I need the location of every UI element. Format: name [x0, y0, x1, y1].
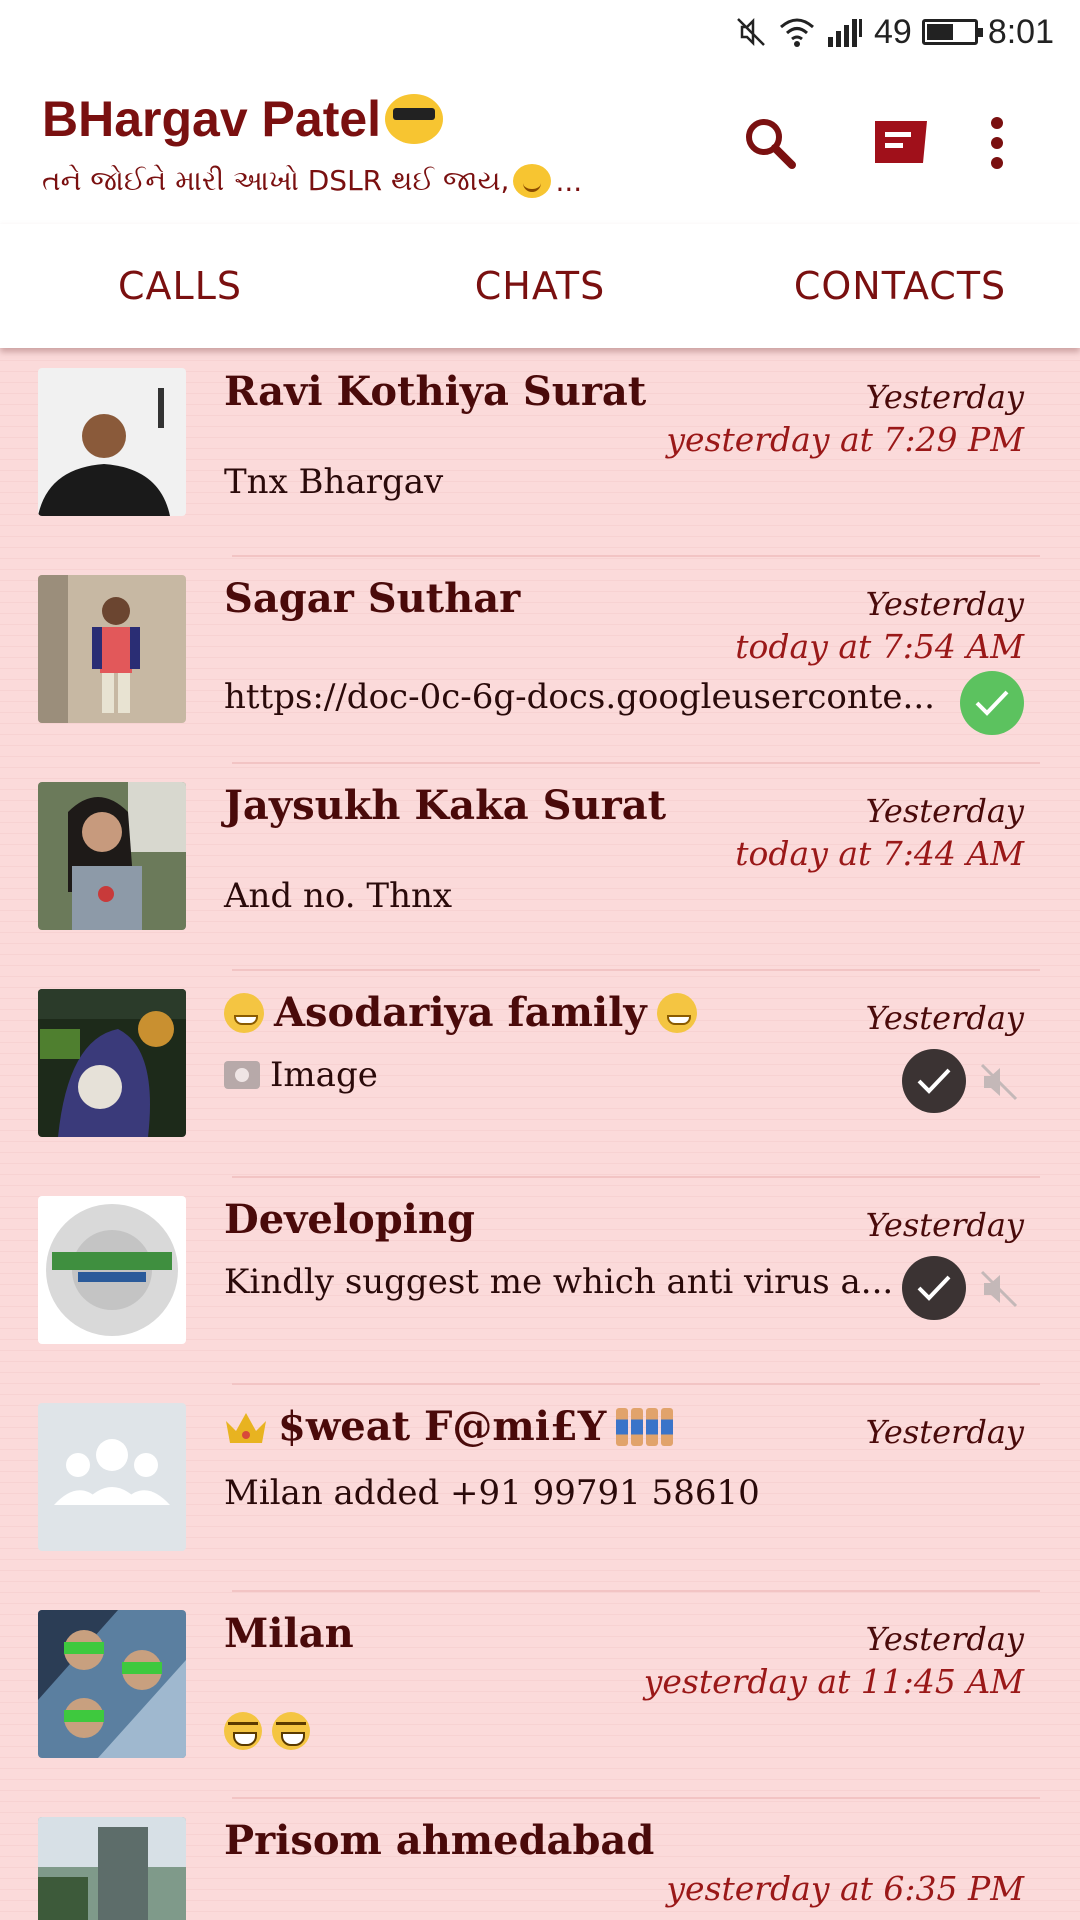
chat-date: Yesterday [865, 999, 1024, 1037]
delivered-check-icon [902, 1256, 966, 1320]
chat-name: Asodariya family [224, 989, 697, 1036]
clock: 8:01 [987, 12, 1054, 51]
chat-message-text: And no. Thnx [224, 876, 453, 916]
chat-name-text: Jaysukh Kaka Surat [224, 782, 667, 829]
chat-row[interactable]: Developing Yesterday Kindly suggest me w… [0, 1178, 1080, 1385]
chat-name: Ravi Kothiya Surat [224, 368, 646, 415]
avatar[interactable] [38, 1403, 186, 1551]
chat-name: $weat F@mi£Y [224, 1403, 674, 1450]
chat-message-preview: Tnx Bhargav [224, 462, 443, 502]
profile-status-text: તને જોઈને મારી આખો DSLR થઈ જાય, [42, 164, 510, 197]
avatar[interactable] [38, 989, 186, 1137]
avatar[interactable] [38, 782, 186, 930]
chat-date: Yesterday [865, 585, 1024, 623]
avatar[interactable] [38, 575, 186, 723]
chat-date: Yesterday [865, 1413, 1024, 1451]
chat-message-preview [224, 1712, 310, 1750]
wifi-icon [778, 16, 816, 48]
chat-row[interactable]: Asodariya family Yesterday Image [0, 971, 1080, 1178]
chat-list: Ravi Kothiya Surat Yesterday yesterday a… [0, 350, 1080, 1920]
chat-name-text: Ravi Kothiya Surat [224, 368, 647, 415]
chat-message-text: Milan added +91 99791 58610 [224, 1473, 760, 1513]
muted-icon [974, 1264, 1024, 1314]
chat-date: Yesterday [865, 1620, 1024, 1658]
smile-emoji-icon [513, 164, 552, 198]
avatar[interactable] [38, 1817, 186, 1920]
avatar[interactable] [38, 1610, 186, 1758]
delivered-check-icon [902, 1049, 966, 1113]
chat-message-text: Tnx Bhargav [224, 462, 444, 502]
chat-name-text: Asodariya family [274, 989, 647, 1036]
chat-message-preview: Image [224, 1055, 378, 1095]
chat-row[interactable]: Ravi Kothiya Surat Yesterday yesterday a… [0, 350, 1080, 557]
more-vert-icon[interactable] [962, 108, 1032, 178]
chat-last-seen: yesterday at 7:29 PM [666, 420, 1024, 459]
chat-last-seen: yesterday at 11:45 AM [643, 1662, 1024, 1701]
laughing-emoji-icon [224, 1712, 262, 1750]
chat-row[interactable]: $weat F@mi£Y Yesterday Milan added +91 9… [0, 1385, 1080, 1592]
chat-last-seen: today at 7:54 AM [735, 627, 1024, 666]
chat-message-text: Kindly suggest me which anti virus a... [224, 1262, 894, 1302]
chat-name-text: $weat F@mi£Y [278, 1403, 607, 1450]
chat-name-text: Prisom ahmedabad [224, 1817, 655, 1864]
chat-message-preview: Milan added +91 99791 58610 [224, 1473, 760, 1513]
chat-row[interactable]: Jaysukh Kaka Surat Yesterday today at 7:… [0, 764, 1080, 971]
chat-last-seen: yesterday at 6:35 PM [666, 1869, 1024, 1908]
mute-icon [734, 15, 768, 49]
battery-level: 49 [873, 12, 912, 51]
family-emoji-icon [616, 1407, 674, 1446]
tab-chats[interactable]: CHATS [360, 224, 720, 348]
tab-calls[interactable]: CALLS [0, 224, 360, 348]
chat-message-preview: Kindly suggest me which anti virus a... [224, 1262, 893, 1302]
laughing-emoji-icon [272, 1712, 310, 1750]
tab-contacts[interactable]: CONTACTS [720, 224, 1080, 348]
chat-row[interactable]: Milan Yesterday yesterday at 11:45 AM [0, 1592, 1080, 1799]
app-header: BHargav Patel તને જોઈને મારી આખો DSLR થઈ… [0, 64, 1080, 224]
grin-emoji-icon [224, 992, 264, 1033]
chat-last-seen: today at 7:44 AM [735, 834, 1024, 873]
chat-message-text: Image [270, 1055, 378, 1095]
chat-message-text: https://doc-0c-6g-docs.googleuserconte..… [224, 677, 935, 717]
camera-icon [224, 1061, 260, 1089]
status-bar: 49 8:01 [0, 0, 1080, 64]
signal-icon [826, 17, 864, 47]
chat-name-text: Sagar Suthar [224, 575, 521, 622]
chat-message-preview: And no. Thnx [224, 876, 452, 916]
chat-name-text: Developing [224, 1196, 475, 1243]
muted-icon [974, 1057, 1024, 1107]
chat-date: Yesterday [865, 792, 1024, 830]
chat-message-preview: https://doc-0c-6g-docs.googleuserconte..… [224, 677, 935, 717]
battery-icon [921, 19, 983, 45]
read-check-icon [960, 671, 1024, 735]
profile-name-text: BHargav Patel [42, 91, 382, 147]
chat-row[interactable]: Sagar Suthar Yesterday today at 7:54 AM … [0, 557, 1080, 764]
avatar[interactable] [38, 368, 186, 516]
chat-row[interactable]: Prisom ahmedabad yesterday at 6:35 PM [0, 1799, 1080, 1920]
chat-name-text: Milan [224, 1610, 354, 1657]
chat-date: Yesterday [865, 1206, 1024, 1244]
chat-name: Prisom ahmedabad [224, 1817, 654, 1864]
profile-status-ellipsis: ... [555, 164, 583, 198]
profile-status[interactable]: તને જોઈને મારી આખો DSLR થઈ જાય, ... [42, 164, 582, 198]
sunglasses-emoji-icon [385, 94, 444, 144]
chat-name: Milan [224, 1610, 354, 1657]
profile-name[interactable]: BHargav Patel [42, 90, 444, 148]
avatar[interactable] [38, 1196, 186, 1344]
chat-name: Sagar Suthar [224, 575, 520, 622]
chat-date: Yesterday [865, 378, 1024, 416]
grin-emoji-icon [656, 992, 697, 1033]
tab-bar: CALLS CHATS CONTACTS [0, 224, 1080, 348]
chat-name: Jaysukh Kaka Surat [224, 782, 666, 829]
crown-emoji-icon [224, 1407, 268, 1447]
chat-name: Developing [224, 1196, 475, 1243]
search-icon[interactable] [735, 108, 805, 178]
new-chat-icon[interactable] [866, 108, 936, 178]
